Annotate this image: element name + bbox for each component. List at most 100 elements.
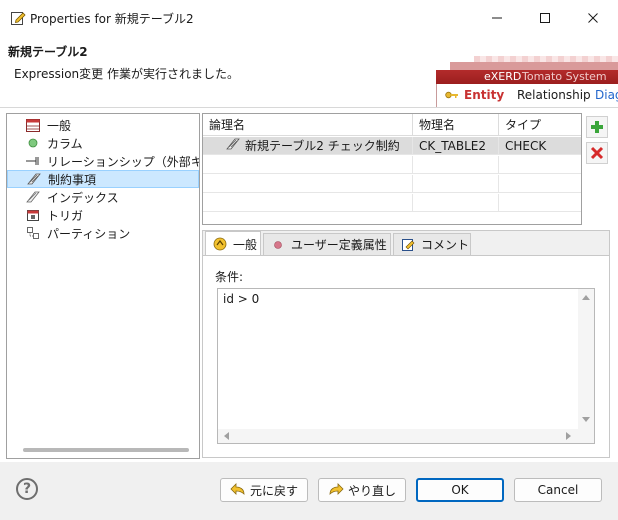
nav-item-index[interactable]: インデックス: [7, 188, 199, 206]
nav-item-partition[interactable]: パーティション: [7, 224, 199, 242]
table-row[interactable]: 新規テーブル2 チェック制約 CK_TABLE2 CHECK: [203, 137, 581, 155]
tab-label: 一般: [233, 237, 258, 252]
column-dot-icon: [25, 135, 41, 151]
nav-item-label: リレーションシップ（外部キ: [47, 154, 200, 169]
condition-label: 条件:: [215, 270, 244, 284]
ok-button[interactable]: OK: [416, 478, 504, 502]
scroll-up-icon[interactable]: [582, 295, 590, 300]
add-icon: [591, 121, 603, 133]
redo-button[interactable]: やり直し: [318, 478, 406, 502]
cell-empty: [413, 156, 499, 174]
banner-product: eXERD: [484, 70, 522, 83]
table-icon: [25, 117, 41, 133]
table-row[interactable]: [203, 156, 581, 174]
delete-icon: [590, 146, 604, 160]
cell-empty: [203, 156, 413, 174]
column-header-physical[interactable]: 物理名: [413, 114, 499, 136]
header-title: 新規テーブル2: [8, 45, 88, 59]
cell-empty: [499, 175, 581, 193]
constraint-icon: [26, 171, 42, 187]
help-icon: ?: [22, 481, 32, 497]
tab-general[interactable]: 一般: [205, 231, 261, 256]
maximize-icon: [540, 13, 550, 23]
cell-empty: [499, 194, 581, 212]
banner-titlebar: eXERD Tomato System: [436, 70, 618, 84]
scroll-right-icon[interactable]: [566, 432, 571, 440]
cell-physical: CK_TABLE2: [413, 137, 499, 155]
nav-item-label: 一般: [47, 118, 72, 133]
scroll-down-icon[interactable]: [582, 417, 590, 422]
close-icon: [588, 13, 598, 23]
constraint-table[interactable]: 論理名 物理名 タイプ 新規テーブル2 チェック制約 CK_TABLE2 CHE…: [202, 113, 582, 225]
product-banner: eXERD Tomato System Entity Relationship …: [436, 56, 618, 107]
table-row[interactable]: [203, 194, 581, 212]
nav-item-column[interactable]: カラム: [7, 134, 199, 152]
nav-item-label: 制約事項: [48, 172, 97, 187]
help-button[interactable]: ?: [16, 478, 38, 500]
undo-icon: [230, 482, 246, 498]
cancel-button[interactable]: Cancel: [514, 478, 602, 502]
edit-window-icon: [10, 10, 26, 26]
undo-button[interactable]: 元に戻す: [220, 478, 308, 502]
nav-item-general[interactable]: 一般: [7, 116, 199, 134]
redo-icon: [328, 482, 344, 498]
cell-logical-text: 新規テーブル2 チェック制約: [245, 139, 400, 153]
nav-item-trigger[interactable]: トリガ: [7, 206, 199, 224]
cell-logical: 新規テーブル2 チェック制約: [203, 137, 413, 155]
property-page-tree[interactable]: 一般 カラム リレーションシップ（外部キ 制約事項 インデックス トリガ パーテ…: [6, 113, 200, 459]
banner-tab-entity: Entity: [464, 88, 505, 102]
redo-label: やり直し: [347, 483, 396, 498]
minimize-icon: [492, 17, 502, 19]
cell-type: CHECK: [505, 139, 547, 153]
editor-horizontal-scrollbar[interactable]: [218, 429, 594, 443]
comment-icon: [400, 237, 416, 253]
close-button[interactable]: [570, 0, 616, 36]
nav-item-label: トリガ: [47, 208, 84, 223]
nav-item-constraint[interactable]: 制約事項: [7, 170, 199, 188]
minimize-button[interactable]: [474, 0, 520, 36]
cell-empty: [413, 175, 499, 193]
tab-label: コメント: [421, 238, 470, 252]
delete-constraint-button[interactable]: [586, 142, 608, 164]
nav-item-relationship[interactable]: リレーションシップ（外部キ: [7, 152, 199, 170]
header-message: Expression変更 作業が実行されました。: [14, 67, 239, 81]
banner-vendor: Tomato System: [522, 70, 607, 83]
constraint-icon: [225, 137, 241, 155]
key-icon: [445, 89, 459, 99]
add-constraint-button[interactable]: [586, 116, 608, 138]
detail-tab-folder: 一般 ユーザー定義属性 コメント 条件: id > 0: [202, 230, 610, 458]
cell-empty: [203, 194, 413, 212]
title-bar: Properties for 新規テーブル2: [0, 0, 618, 36]
tab-comment[interactable]: コメント: [393, 233, 471, 255]
banner-stripe: [450, 62, 618, 70]
scroll-left-icon[interactable]: [224, 432, 229, 440]
nav-item-label: カラム: [47, 136, 83, 151]
dialog-header: 新規テーブル2 Expression変更 作業が実行されました。 eXERD T…: [0, 36, 618, 108]
undo-label: 元に戻す: [249, 483, 298, 498]
button-bar: ? 元に戻す やり直し OK Cancel: [0, 462, 618, 520]
window-title: Properties for 新規テーブル2: [30, 12, 194, 26]
condition-editor[interactable]: id > 0: [217, 288, 595, 444]
column-header-type[interactable]: タイプ: [499, 114, 581, 136]
maximize-button[interactable]: [522, 0, 568, 36]
nav-horizontal-scrollbar[interactable]: [23, 448, 189, 452]
relationship-arrow-icon: [25, 153, 41, 169]
ok-label: OK: [451, 483, 469, 497]
partition-icon: [25, 225, 41, 241]
user-attr-dot-icon: [270, 237, 286, 253]
column-header-logical[interactable]: 論理名: [203, 114, 413, 136]
tab-content-general: 条件: id > 0: [203, 255, 609, 457]
condition-value[interactable]: id > 0: [223, 292, 259, 306]
trigger-icon: [25, 207, 41, 223]
table-row[interactable]: [203, 175, 581, 193]
cell-empty: [203, 175, 413, 193]
tab-user-attributes[interactable]: ユーザー定義属性: [263, 233, 391, 255]
cell-empty: [413, 194, 499, 212]
cancel-label: Cancel: [537, 483, 579, 497]
banner-tab-diagram: Diag: [595, 88, 618, 102]
index-icon: [25, 189, 41, 205]
banner-tab-relationship: Relationship: [517, 88, 591, 102]
nav-item-label: パーティション: [47, 226, 131, 241]
nav-item-label: インデックス: [47, 190, 119, 205]
editor-vertical-scrollbar[interactable]: [578, 289, 594, 429]
